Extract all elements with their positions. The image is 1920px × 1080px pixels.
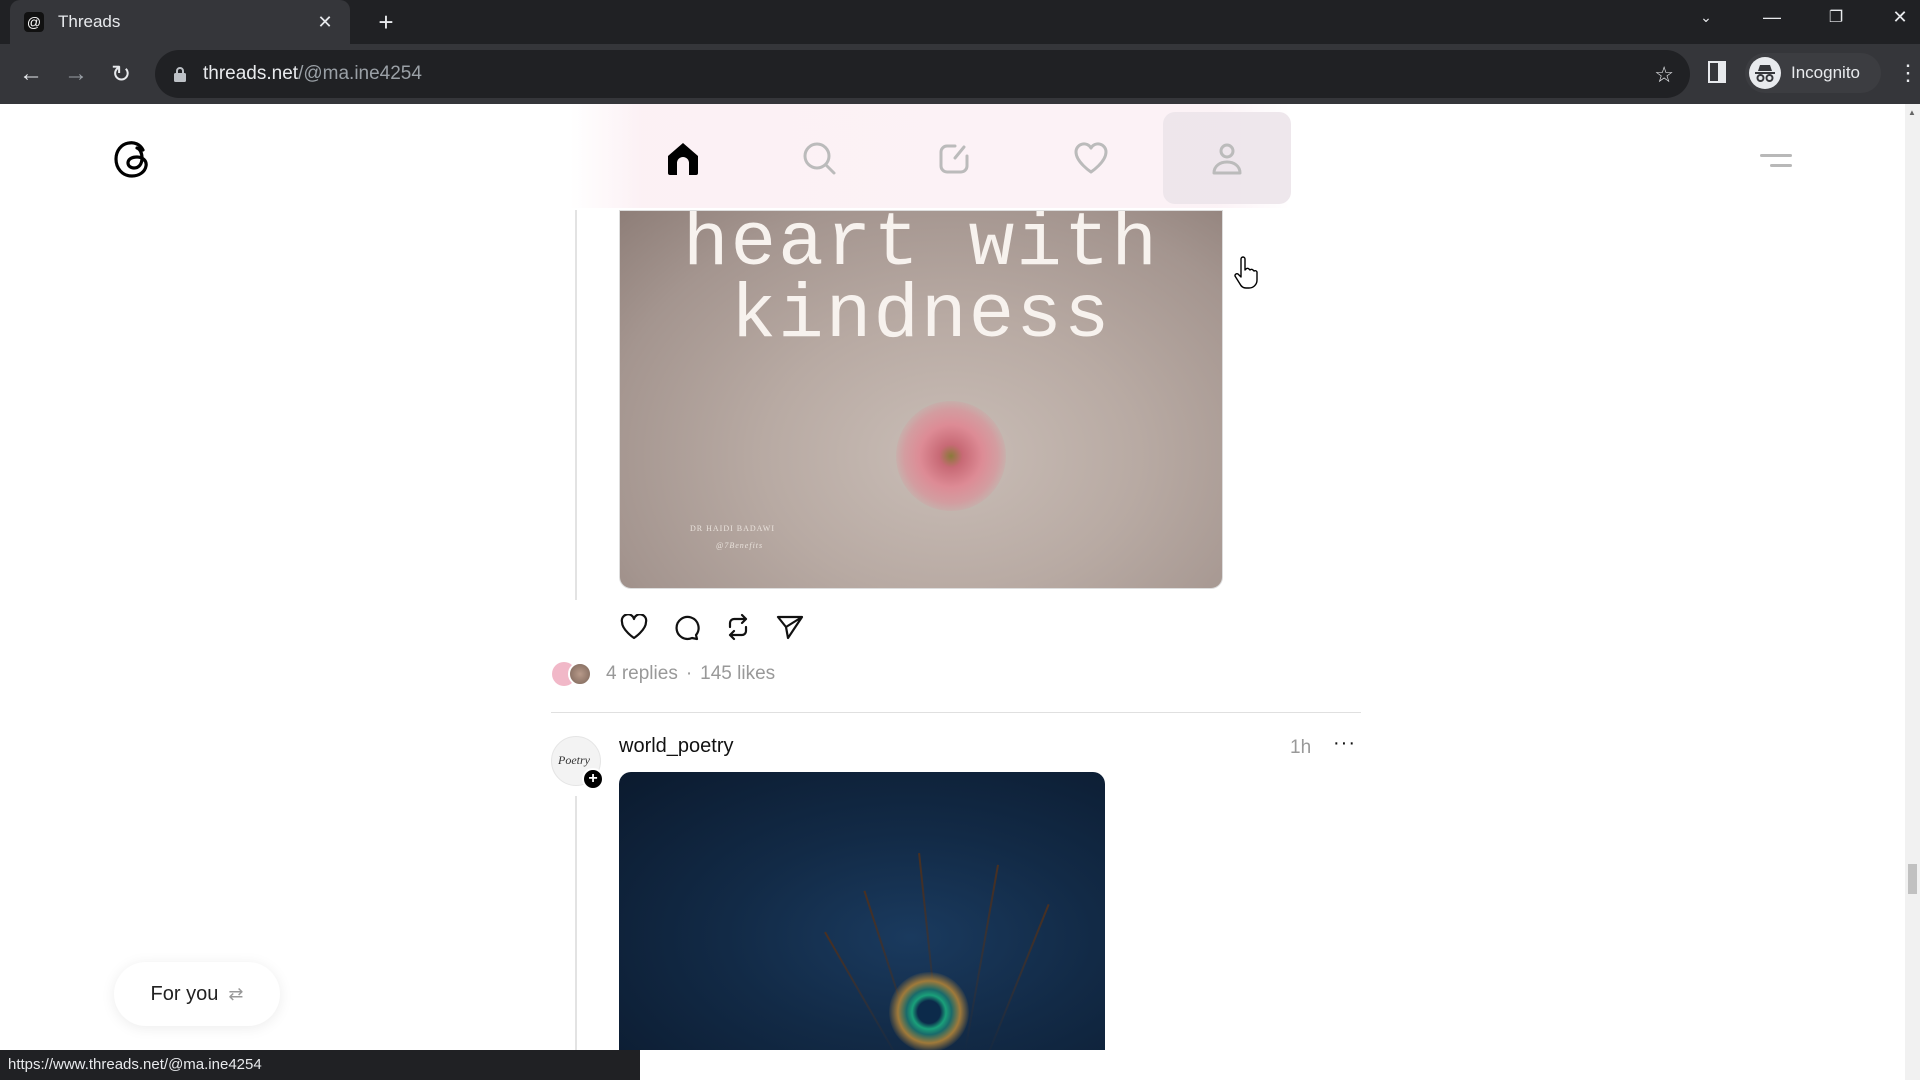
- nav-search[interactable]: [755, 112, 883, 204]
- post-divider: [551, 712, 1361, 713]
- heart-icon: [1074, 142, 1108, 174]
- nav-profile[interactable]: [1163, 112, 1291, 204]
- incognito-label: Incognito: [1791, 63, 1860, 82]
- post-image[interactable]: [619, 772, 1105, 1050]
- browser-menu-icon[interactable]: ⋮: [1897, 60, 1919, 86]
- nav-compose[interactable]: [891, 112, 1019, 204]
- menu-button[interactable]: [1760, 144, 1792, 174]
- new-tab-button[interactable]: +: [370, 6, 402, 38]
- feather-barb: [964, 864, 999, 1050]
- tab-close-icon[interactable]: ✕: [314, 12, 336, 33]
- main-navigation: [570, 104, 1291, 208]
- thread-line: [575, 210, 577, 600]
- repost-icon: [728, 613, 748, 641]
- avatar-text: Poetry: [558, 753, 590, 767]
- tab-search-chevron-icon[interactable]: ⌄: [1676, 0, 1736, 34]
- stats-separator: ·: [685, 663, 693, 684]
- close-window-button[interactable]: ✕: [1870, 0, 1920, 34]
- restore-button[interactable]: ❐: [1806, 0, 1866, 34]
- post-username[interactable]: world_poetry: [619, 735, 734, 758]
- search-icon: [803, 142, 836, 175]
- compose-icon: [939, 144, 969, 174]
- post-stats: 4 replies · 145 likes: [552, 662, 775, 686]
- replies-count[interactable]: 4 replies: [606, 663, 678, 685]
- minimize-button[interactable]: —: [1742, 0, 1802, 34]
- hand-cursor-icon: [1234, 256, 1258, 289]
- scroll-up-arrow-icon[interactable]: ▲: [1908, 108, 1916, 117]
- follow-plus-icon[interactable]: +: [582, 768, 604, 790]
- scrollbar-thumb[interactable]: [1908, 864, 1917, 894]
- home-icon: [668, 143, 698, 175]
- feather-barb: [824, 931, 901, 1050]
- threads-logo-icon[interactable]: [112, 138, 154, 180]
- menu-line-icon: [1770, 164, 1792, 167]
- nav-activity[interactable]: [1027, 112, 1155, 204]
- incognito-icon: [1749, 57, 1781, 89]
- bookmark-star-icon[interactable]: ☆: [1654, 62, 1674, 88]
- image-text-line2: kindness: [730, 273, 1112, 359]
- forward-button[interactable]: →: [58, 56, 94, 92]
- nav-home[interactable]: [619, 112, 747, 204]
- link-status-bar: https://www.threads.net/@ma.ine4254: [0, 1050, 640, 1080]
- page-scrollbar[interactable]: ▲: [1905, 104, 1920, 1080]
- likes-count[interactable]: 145 likes: [700, 663, 775, 685]
- menu-line-icon: [1760, 154, 1792, 157]
- thread-line: [575, 796, 577, 1050]
- side-panel-icon[interactable]: [1708, 61, 1726, 83]
- feed-switch-button[interactable]: For you ⇄: [114, 962, 280, 1026]
- browser-toolbar: ← → ↻ threads.net/@ma.ine4254 ☆ Incognit…: [0, 44, 1920, 104]
- threads-page: heart with kindness DR HAIDI BADAWI @7Be…: [0, 104, 1905, 1050]
- tab-title: Threads: [58, 12, 121, 31]
- share-button[interactable]: [775, 612, 805, 642]
- flower-graphic: [896, 401, 1006, 511]
- more-options-icon[interactable]: ···: [1333, 732, 1356, 755]
- swap-icon: ⇄: [228, 983, 244, 1004]
- threads-favicon-icon: @: [24, 12, 44, 32]
- browser-tab-threads[interactable]: @ Threads ✕: [10, 0, 350, 44]
- repost-button[interactable]: [723, 612, 753, 642]
- incognito-profile-button[interactable]: Incognito: [1745, 53, 1881, 93]
- image-credit-handle: @7Benefits: [716, 541, 764, 550]
- comment-icon: [675, 615, 700, 641]
- like-button[interactable]: [619, 612, 649, 642]
- peacock-feather-eye: [889, 972, 969, 1050]
- back-button[interactable]: ←: [13, 56, 49, 92]
- send-icon: [776, 615, 804, 640]
- post-image[interactable]: heart with kindness DR HAIDI BADAWI @7Be…: [619, 210, 1223, 589]
- post-timestamp: 1h: [1290, 737, 1312, 758]
- address-bar[interactable]: threads.net/@ma.ine4254 ☆: [155, 50, 1690, 98]
- reply-button[interactable]: [671, 612, 701, 642]
- browser-tab-bar: @ Threads ✕ + ⌄ — ❐ ✕: [0, 0, 1920, 44]
- heart-icon: [620, 614, 648, 640]
- url-host: threads.net: [203, 63, 299, 84]
- reply-avatar: [568, 662, 592, 686]
- image-credit-name: DR HAIDI BADAWI: [690, 524, 776, 533]
- reload-button[interactable]: ↻: [103, 56, 139, 92]
- feather-barb: [984, 904, 1050, 1050]
- lock-icon: [174, 67, 186, 82]
- feed-switch-label: For you: [150, 982, 219, 1005]
- post-actions: [619, 612, 805, 642]
- url-path: /@ma.ine4254: [298, 63, 422, 84]
- profile-icon: [1212, 143, 1242, 175]
